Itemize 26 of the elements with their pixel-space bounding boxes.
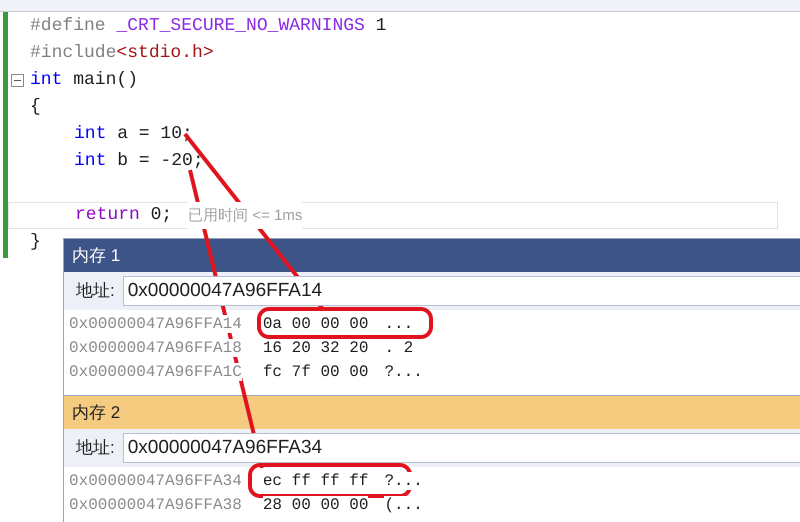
- code-token: }: [30, 231, 41, 254]
- memory-address: 0x00000047A96FFA1C: [69, 363, 242, 381]
- code-token: b = -20;: [116, 150, 204, 173]
- code-token: #define: [30, 15, 106, 38]
- collapse-icon[interactable]: [11, 74, 24, 87]
- address-label: 地址:: [76, 437, 115, 460]
- address-label: 地址:: [76, 280, 115, 302]
- code-token: 1: [374, 15, 386, 38]
- memory-address: 0x00000047A96FFA14: [69, 315, 242, 333]
- memory-bytes: 0a 00 00 00: [262, 315, 368, 333]
- window-title: 内存 2: [72, 402, 120, 424]
- code-token: <stdio.h>: [116, 42, 214, 65]
- window-title: 内存 1: [72, 244, 120, 267]
- code-token: #include: [30, 42, 116, 65]
- execution-time-hint: 已用时间 <= 1ms: [188, 202, 302, 229]
- code-token: {: [30, 96, 41, 119]
- address-field[interactable]: 0x00000047A96FFA14: [122, 276, 800, 306]
- memory-address: 0x00000047A96FFA18: [69, 339, 242, 357]
- code-token: 0;: [150, 204, 172, 227]
- code-token: int: [30, 69, 62, 92]
- code-token: int: [74, 123, 106, 146]
- code-token: int: [74, 150, 106, 173]
- code-token: return: [75, 204, 140, 227]
- code-token: main(): [72, 69, 138, 92]
- code-token: _CRT_SECURE_NO_WARNINGS: [116, 15, 365, 38]
- address-field[interactable]: 0x00000047A96FFA34: [122, 433, 800, 463]
